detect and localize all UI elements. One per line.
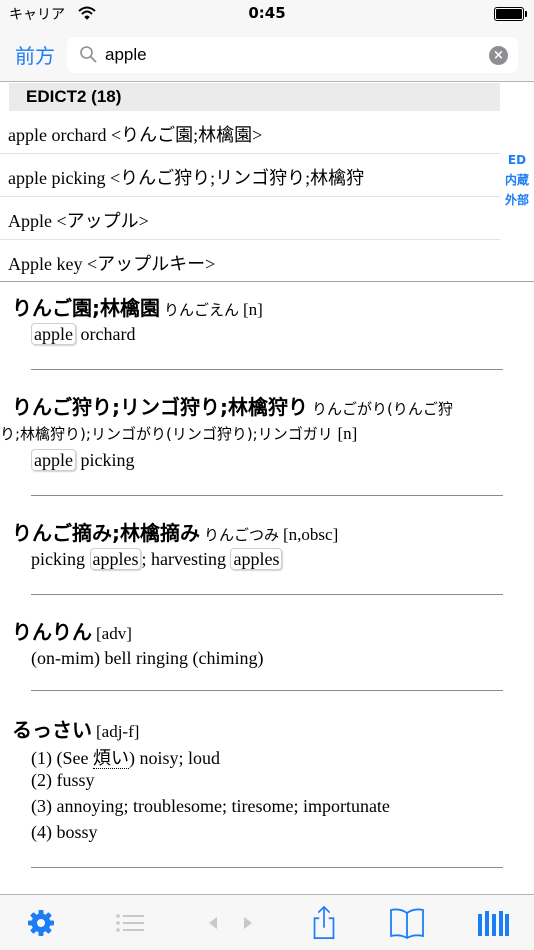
search-icon <box>80 46 97 63</box>
entry-separator <box>31 690 503 691</box>
result-row[interactable]: Apple <アップル> <box>0 197 500 240</box>
results-section-header: EDICT2 (18) <box>9 83 500 111</box>
index-item-external[interactable]: 外部 <box>500 190 534 210</box>
entry-reading-continued: り;林檎狩り);リンゴがり(リンゴ狩り);リンゴガリ [n] <box>0 424 358 443</box>
gear-icon[interactable] <box>24 905 58 941</box>
entry-reading: りんごつみ <box>204 526 280 544</box>
entry-headword: りんご園;林檎園 <box>12 296 160 320</box>
entry-separator <box>31 369 503 370</box>
entry-sense: (1) (See 煩い) noisy; loud <box>31 748 220 769</box>
entry-headline: りんご園;林檎園 りんごえん [n] <box>12 292 263 321</box>
entry-headword: りんご摘み;林檎摘み <box>12 521 200 545</box>
result-text: Apple <アップル> <box>8 211 149 231</box>
entry-tag: [n] <box>337 424 358 443</box>
next-icon[interactable] <box>240 905 256 941</box>
entry-sense: (4) bossy <box>31 822 98 842</box>
cross-reference-link[interactable]: 煩い <box>92 748 129 769</box>
entry-tag: [adv] <box>96 624 132 643</box>
entry-separator <box>31 495 503 496</box>
entry-headline: るっさい [adj-f] <box>12 714 139 743</box>
result-text: Apple key <アップルキー> <box>8 254 216 274</box>
entry-tag: [adj-f] <box>96 722 140 741</box>
entry-sense: (2) fussy <box>31 770 95 790</box>
entry-headline: りんご摘み;林檎摘み りんごつみ [n,obsc] <box>12 517 338 546</box>
entry-reading: りんごえん <box>164 301 240 319</box>
entry-gloss: apple picking <box>31 449 134 471</box>
entry-gloss: (on-mim) bell ringing (chiming) <box>31 648 264 668</box>
search-field[interactable]: × <box>67 37 518 73</box>
entry-headword: るっさい <box>12 718 92 742</box>
section-index: ED 内蔵 外部 <box>500 150 534 210</box>
highlighted-term[interactable]: apple <box>31 323 76 345</box>
entry-gloss: picking apples; harvesting apples <box>31 548 283 570</box>
section-title: EDICT2 (18) <box>26 87 122 106</box>
back-button[interactable]: 前方 <box>15 40 55 69</box>
entry-separator <box>31 867 503 868</box>
index-item-builtin[interactable]: 内蔵 <box>500 170 534 190</box>
entry-gloss: apple orchard <box>31 323 135 345</box>
book-icon[interactable] <box>388 905 426 941</box>
result-row[interactable]: Apple key <アップルキー> <box>0 240 500 283</box>
entry-tag: [n] <box>243 300 263 319</box>
search-input[interactable] <box>105 42 485 68</box>
library-icon[interactable] <box>475 905 511 941</box>
entry-sense: (3) annoying; troublesome; tiresome; imp… <box>31 796 390 816</box>
result-row[interactable]: apple picking <りんご狩り;リンゴ狩り;林檎狩 <box>0 154 500 197</box>
prev-icon[interactable] <box>205 905 221 941</box>
list-icon[interactable] <box>114 905 146 941</box>
share-icon[interactable] <box>309 905 339 941</box>
entry-separator <box>31 594 503 595</box>
battery-icon <box>494 7 527 21</box>
highlighted-term[interactable]: apples <box>89 548 142 570</box>
status-time: 0:45 <box>248 4 286 22</box>
entry-headline: りんりん [adv] <box>12 616 132 645</box>
result-text: apple picking <りんご狩り;リンゴ狩り;林檎狩 <box>8 168 365 188</box>
entry-headline: りんご狩り;リンゴ狩り;林檎狩り りんごがり(りんご狩 <box>12 391 453 420</box>
entry-headword: りんご狩り;リンゴ狩り;林檎狩り <box>12 395 308 419</box>
clear-search-icon[interactable]: × <box>489 46 508 65</box>
result-text: apple orchard <りんご園;林檎園> <box>8 125 263 145</box>
search-bar: 前方 × <box>0 28 534 82</box>
status-bar: キャリア 0:45 <box>0 0 534 28</box>
entry-reading: りんごがり(りんご狩 <box>312 400 453 418</box>
highlighted-term[interactable]: apple <box>31 449 76 471</box>
entry-pane: りんご園;林檎園 りんごえん [n] apple orchard りんご狩り;リ… <box>0 282 534 894</box>
index-item-edict[interactable]: ED <box>500 150 534 170</box>
highlighted-term[interactable]: apples <box>230 548 283 570</box>
bottom-toolbar <box>0 894 534 950</box>
entry-tag: [n,obsc] <box>283 525 339 544</box>
result-row[interactable]: apple orchard <りんご園;林檎園> <box>0 111 500 154</box>
entry-headword: りんりん <box>12 620 92 644</box>
